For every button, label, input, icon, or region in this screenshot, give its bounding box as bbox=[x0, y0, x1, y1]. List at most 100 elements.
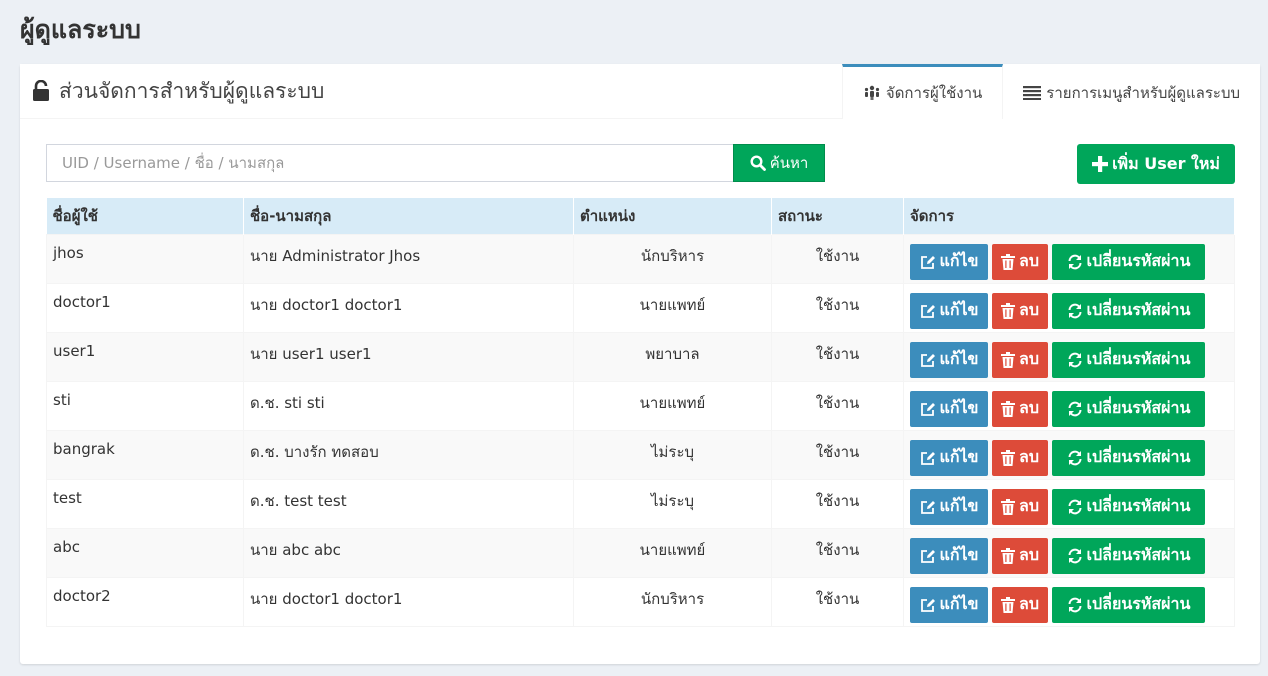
change-password-label: เปลี่ยนรหัสผ่าน bbox=[1086, 251, 1191, 270]
cell-position: นายแพทย์ bbox=[573, 527, 772, 578]
cell-username: bangrak bbox=[46, 429, 244, 480]
edit-label: แก้ไข bbox=[939, 447, 979, 466]
edit-button[interactable]: แก้ไข bbox=[910, 341, 988, 378]
table-row: bangrak ด.ช. บางรัก ทดสอบ ไม่ระบุ ใช้งาน แก้… bbox=[46, 429, 1235, 480]
cell-fullname: นาย user1 user1 bbox=[243, 331, 574, 382]
edit-label: แก้ไข bbox=[939, 545, 979, 564]
change-password-label: เปลี่ยนรหัสผ่าน bbox=[1086, 349, 1191, 368]
change-password-label: เปลี่ยนรหัสผ่าน bbox=[1086, 594, 1191, 613]
delete-label: ลบ bbox=[1019, 398, 1039, 417]
cell-status: ใช้งาน bbox=[771, 282, 904, 333]
cell-username: user1 bbox=[46, 331, 244, 382]
refresh-icon bbox=[1068, 548, 1082, 563]
refresh-icon bbox=[1068, 450, 1082, 465]
change-password-button[interactable]: เปลี่ยนรหัสผ่าน bbox=[1052, 586, 1205, 623]
edit-button[interactable]: แก้ไข bbox=[910, 586, 988, 623]
table-row: test ด.ช. test test ไม่ระบุ ใช้งาน แก้ไข ลบ เป… bbox=[46, 478, 1235, 529]
delete-label: ลบ bbox=[1019, 545, 1039, 564]
list-icon bbox=[1023, 86, 1042, 100]
edit-icon bbox=[920, 353, 935, 367]
cell-fullname: ด.ช. บางรัก ทดสอบ bbox=[243, 429, 574, 480]
edit-icon bbox=[920, 451, 935, 465]
change-password-button[interactable]: เปลี่ยนรหัสผ่าน bbox=[1052, 292, 1205, 329]
cell-username: jhos bbox=[46, 233, 244, 284]
cell-status: ใช้งาน bbox=[771, 576, 904, 627]
cell-status: ใช้งาน bbox=[771, 429, 904, 480]
change-password-button[interactable]: เปลี่ยนรหัสผ่าน bbox=[1052, 537, 1205, 574]
column-header-status: สถานะ bbox=[771, 198, 904, 234]
trash-icon bbox=[1001, 449, 1016, 466]
cell-actions: แก้ไข ลบ เปลี่ยนรหัสผ่าน bbox=[903, 478, 1235, 529]
cell-position: พยาบาล bbox=[573, 331, 772, 382]
change-password-button[interactable]: เปลี่ยนรหัสผ่าน bbox=[1052, 488, 1205, 525]
change-password-label: เปลี่ยนรหัสผ่าน bbox=[1086, 496, 1191, 515]
edit-button[interactable]: แก้ไข bbox=[910, 439, 988, 476]
delete-label: ลบ bbox=[1019, 300, 1039, 319]
trash-icon bbox=[1001, 400, 1016, 417]
cell-position: นักบริหาร bbox=[573, 576, 772, 627]
panel-header: ส่วนจัดการสำหรับผู้ดูแลระบบ จัดการผู้ใช้… bbox=[20, 64, 1260, 119]
delete-label: ลบ bbox=[1019, 349, 1039, 368]
delete-button[interactable]: ลบ bbox=[992, 488, 1048, 525]
cell-username: sti bbox=[46, 380, 244, 431]
unlock-icon bbox=[33, 80, 49, 101]
edit-icon bbox=[920, 549, 935, 563]
add-user-label: เพิ่ม User ใหม่ bbox=[1112, 153, 1220, 173]
search-icon bbox=[750, 155, 766, 171]
cell-status: ใช้งาน bbox=[771, 527, 904, 578]
table-header-row: ชื่อผู้ใช้ ชื่อ-นามสกุล ตำแหน่ง สถานะ จั… bbox=[46, 198, 1235, 234]
change-password-button[interactable]: เปลี่ยนรหัสผ่าน bbox=[1052, 439, 1205, 476]
change-password-button[interactable]: เปลี่ยนรหัสผ่าน bbox=[1052, 390, 1205, 427]
edit-button[interactable]: แก้ไข bbox=[910, 390, 988, 427]
delete-button[interactable]: ลบ bbox=[992, 390, 1048, 427]
cell-position: นายแพทย์ bbox=[573, 380, 772, 431]
panel-tabs: จัดการผู้ใช้งาน รายการเมนูสำหรับผู้ดูแลร… bbox=[841, 64, 1260, 119]
cell-username: doctor2 bbox=[46, 576, 244, 627]
delete-label: ลบ bbox=[1019, 447, 1039, 466]
trash-icon bbox=[1001, 547, 1016, 564]
change-password-label: เปลี่ยนรหัสผ่าน bbox=[1086, 398, 1191, 417]
edit-button[interactable]: แก้ไข bbox=[910, 537, 988, 574]
edit-button[interactable]: แก้ไข bbox=[910, 243, 988, 280]
cell-fullname: นาย doctor1 doctor1 bbox=[243, 576, 574, 627]
search-button[interactable]: ค้นหา bbox=[733, 144, 825, 182]
delete-button[interactable]: ลบ bbox=[992, 439, 1048, 476]
trash-icon bbox=[1001, 253, 1016, 270]
edit-icon bbox=[920, 598, 935, 612]
delete-label: ลบ bbox=[1019, 496, 1039, 515]
cell-actions: แก้ไข ลบ เปลี่ยนรหัสผ่าน bbox=[903, 233, 1235, 284]
edit-button[interactable]: แก้ไข bbox=[910, 292, 988, 329]
edit-icon bbox=[920, 500, 935, 514]
cell-actions: แก้ไข ลบ เปลี่ยนรหัสผ่าน bbox=[903, 331, 1235, 382]
add-user-button[interactable]: เพิ่ม User ใหม่ bbox=[1077, 144, 1235, 184]
table-row: jhos นาย Administrator Jhos นักบริหาร ใช้งา… bbox=[46, 233, 1235, 284]
refresh-icon bbox=[1068, 352, 1082, 367]
change-password-button[interactable]: เปลี่ยนรหัสผ่าน bbox=[1052, 243, 1205, 280]
tab-manage-users[interactable]: จัดการผู้ใช้งาน bbox=[841, 64, 1004, 119]
table-row: sti ด.ช. sti sti นายแพทย์ ใช้งาน แก้ไข ลบ เปลี… bbox=[46, 380, 1235, 431]
edit-icon bbox=[920, 402, 935, 416]
cell-fullname: นาย abc abc bbox=[243, 527, 574, 578]
delete-button[interactable]: ลบ bbox=[992, 586, 1048, 623]
delete-button[interactable]: ลบ bbox=[992, 243, 1048, 280]
tab-label: จัดการผู้ใช้งาน bbox=[885, 84, 983, 102]
change-password-button[interactable]: เปลี่ยนรหัสผ่าน bbox=[1052, 341, 1205, 378]
cell-actions: แก้ไข ลบ เปลี่ยนรหัสผ่าน bbox=[903, 527, 1235, 578]
tab-label: รายการเมนูสำหรับผู้ดูแลระบบ bbox=[1046, 84, 1240, 102]
cell-position: นายแพทย์ bbox=[573, 282, 772, 333]
trash-icon bbox=[1001, 596, 1016, 613]
trash-icon bbox=[1001, 351, 1016, 368]
tab-admin-menu[interactable]: รายการเมนูสำหรับผู้ดูแลระบบ bbox=[1003, 64, 1260, 119]
delete-button[interactable]: ลบ bbox=[992, 341, 1048, 378]
cell-username: doctor1 bbox=[46, 282, 244, 333]
trash-icon bbox=[1001, 302, 1016, 319]
edit-label: แก้ไข bbox=[939, 496, 979, 515]
refresh-icon bbox=[1068, 597, 1082, 612]
column-header-actions: จัดการ bbox=[903, 198, 1235, 234]
cell-position: ไม่ระบุ bbox=[573, 478, 772, 529]
delete-button[interactable]: ลบ bbox=[992, 537, 1048, 574]
delete-button[interactable]: ลบ bbox=[992, 292, 1048, 329]
cell-fullname: นาย Administrator Jhos bbox=[243, 233, 574, 284]
search-input[interactable] bbox=[46, 144, 734, 182]
edit-button[interactable]: แก้ไข bbox=[910, 488, 988, 525]
